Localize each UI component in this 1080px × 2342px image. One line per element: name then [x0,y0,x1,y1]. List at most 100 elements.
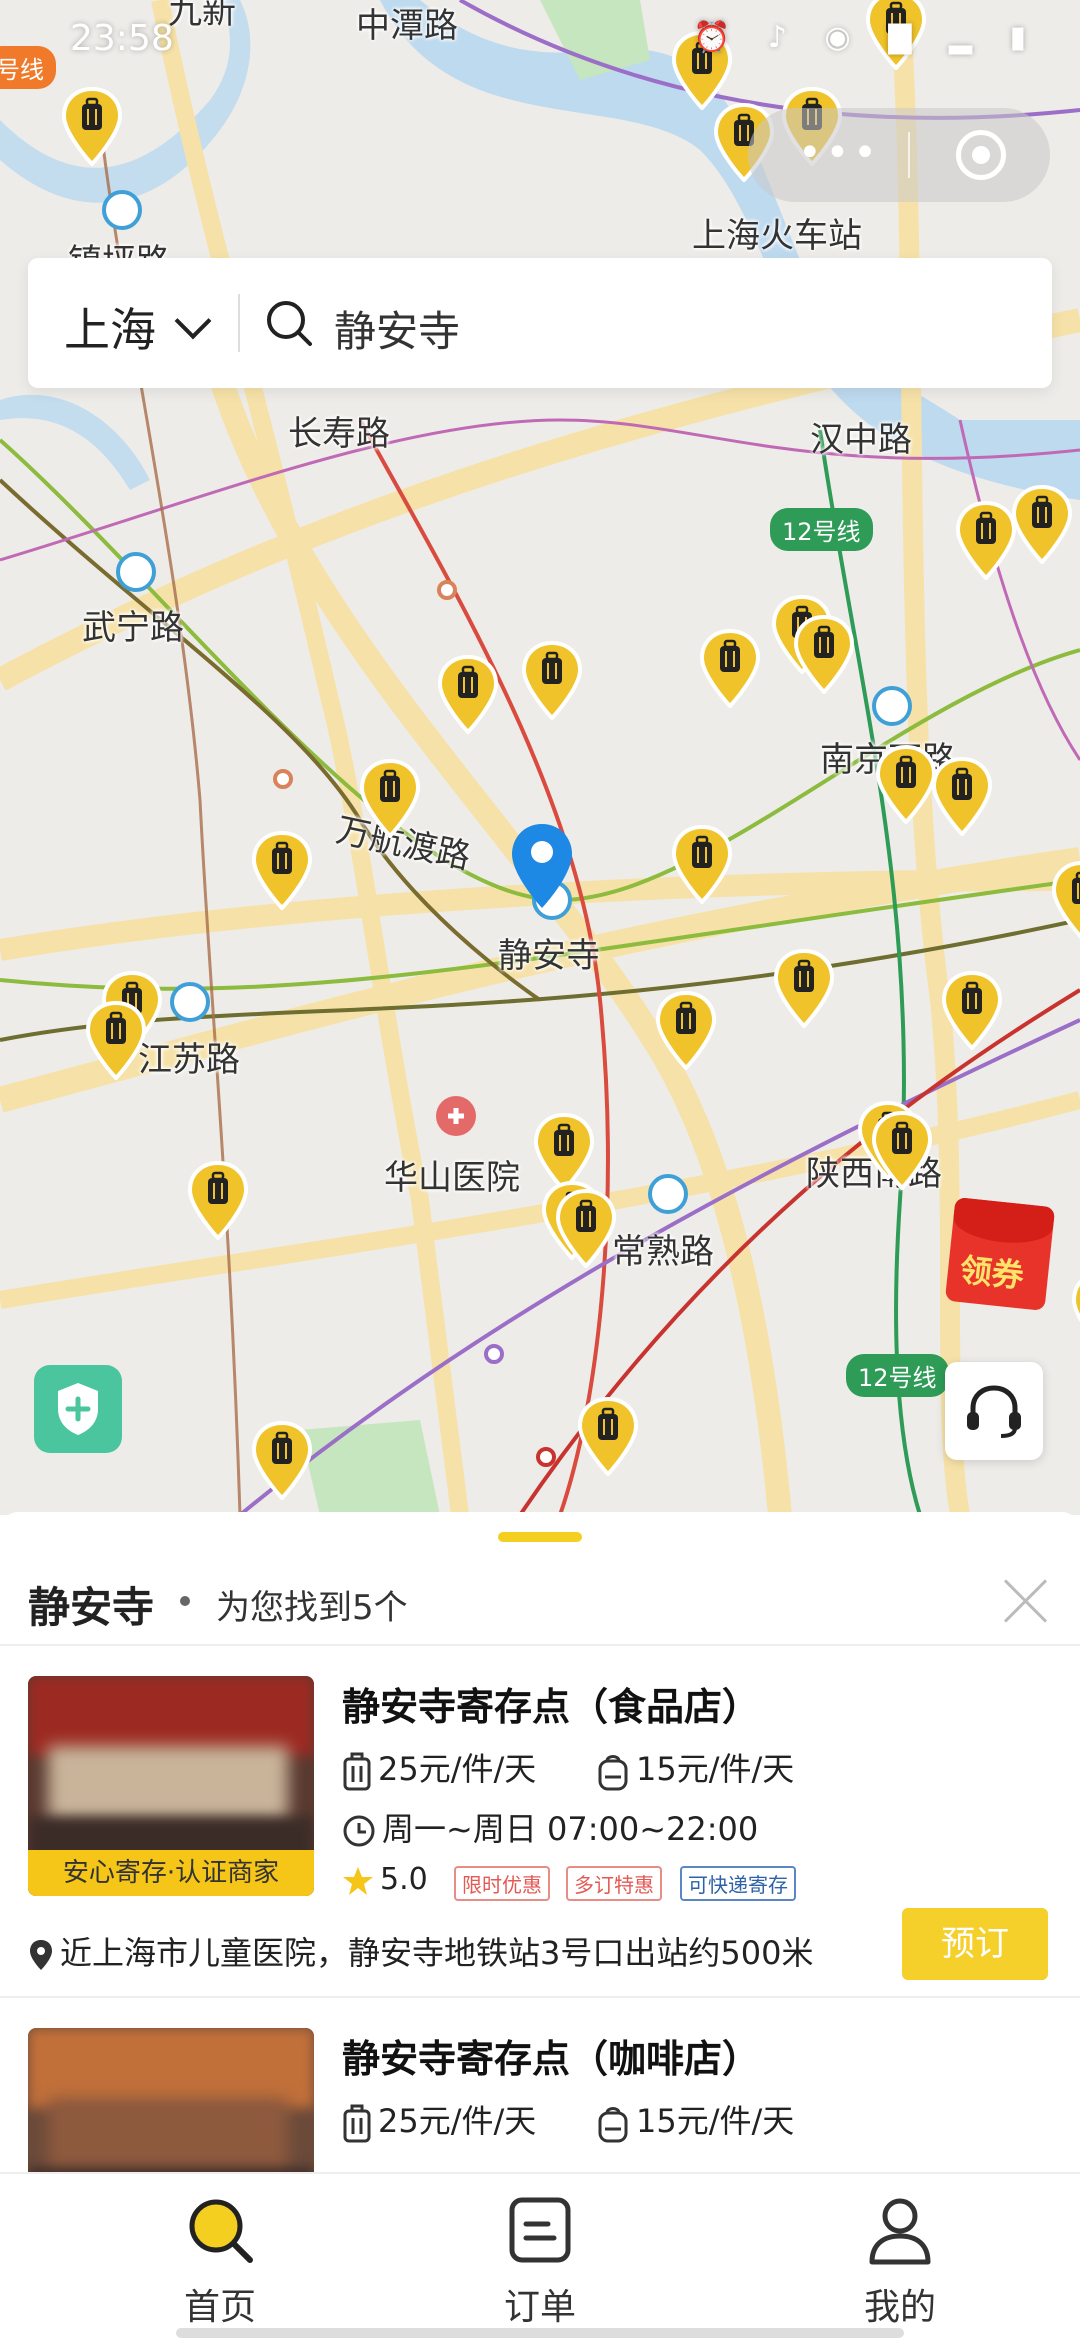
service-tag: 可快递寄存 [680,1866,796,1901]
store-name: 静安寺寄存点（食品店） [342,1685,761,1729]
store-address: 近上海市儿童医院，静安寺地铁站3号口出站约500米 [60,1934,814,1972]
storage-pin-icon[interactable] [930,756,994,836]
backpack-icon [598,1755,628,1791]
close-target-icon[interactable] [956,130,1006,180]
tab-profile[interactable]: 我的 [800,2192,1000,2330]
metro-line-tag: 12号线 [846,1354,949,1397]
rating-value: 5.0 [380,1862,428,1897]
book-button[interactable]: 预订 [902,1908,1048,1980]
tab-label: 订单 [503,2287,576,2328]
coupon-label: 领券 [957,1250,1026,1296]
storage-pin-icon[interactable] [250,830,314,910]
storage-pin-icon[interactable] [698,628,762,708]
map-label: 上海火车站 [692,216,862,256]
status-icons: ⏰ ♪ ◉ ▇ ▂ ▮ [692,20,1040,55]
map-label: 汉中路 [810,420,912,460]
storage-pin-icon[interactable] [84,1000,148,1080]
price-large: 25元/件/天 [378,2102,537,2140]
storage-pin-icon[interactable] [1010,484,1074,564]
metro-station-icon [102,190,142,230]
storage-pin-icon[interactable] [1070,1270,1080,1350]
tab-label: 首页 [183,2287,256,2328]
store-photo: 安心寄存·认证商家 [28,1676,314,1896]
city-selector[interactable]: 上海 [64,294,156,360]
headset-icon [967,1385,1021,1438]
price-small: 15元/件/天 [636,2102,795,2140]
metro-station-icon [170,982,210,1022]
miniprogram-capsule: ••• [748,108,1050,202]
separator-dot [180,1596,190,1606]
map-view[interactable]: 九新 中潭路 上海火车站 镇坪路 长寿路 汉中路 武宁路 南京西路 万航渡路 静… [0,0,1080,1515]
search-icon [189,2199,253,2263]
storage-pin-icon[interactable] [954,500,1018,580]
search-divider [238,294,240,352]
results-count: 为您找到5个 [216,1588,408,1628]
tab-home[interactable]: 首页 [120,2192,320,2330]
map-label: 长寿路 [288,414,390,454]
promo-tag: 限时优惠 [454,1866,550,1901]
results-header: 静安寺 为您找到5个 [28,1564,1052,1644]
storage-pin-icon[interactable] [186,1160,250,1240]
map-label: 常熟路 [612,1232,714,1272]
map-label: 静安寺 [498,936,600,976]
luggage-icon [343,2104,371,2143]
storage-pin-icon[interactable] [940,970,1004,1050]
storage-pin-icon[interactable] [670,824,734,904]
customer-service-button[interactable] [945,1362,1043,1460]
tab-bar: 首页 订单 我的 [0,2172,1080,2342]
storage-pin-icon[interactable] [520,640,584,720]
capsule-divider [908,132,910,178]
star-icon [343,1866,373,1895]
storage-pin-icon[interactable] [792,614,856,694]
storage-pin-icon[interactable] [874,744,938,824]
price-large: 25元/件/天 [378,1750,537,1788]
storage-pin-icon[interactable] [772,948,836,1028]
storage-pin-icon[interactable] [1050,860,1080,940]
store-photo [28,2028,314,2172]
location-marker-icon [512,824,572,908]
storage-pin-icon[interactable] [358,758,422,838]
storage-pin-icon[interactable] [870,1110,934,1190]
hours-row: 周一~周日 07:00~22:00 [342,1804,758,1850]
storage-pin-icon[interactable] [654,990,718,1070]
status-time: 23:58 [70,18,174,59]
chevron-down-icon[interactable] [174,302,212,340]
storage-pin-icon[interactable] [436,654,500,734]
luggage-icon [343,1752,371,1791]
metro-station-icon [648,1174,688,1214]
backpack-icon [598,2107,628,2143]
metro-line-tag: 12号线 [770,508,873,551]
results-sheet[interactable]: 静安寺 为您找到5个 安心寄存·认证商家 静安寺寄存点（食品店） 25元/件/天… [0,1512,1080,2172]
storage-pin-icon[interactable] [250,1420,314,1500]
storage-pin-icon[interactable] [60,86,124,166]
profile-icon [869,2198,931,2265]
map-label: 武宁路 [82,608,184,648]
results-place: 静安寺 [28,1583,155,1632]
map-label: 华山医院 [384,1158,520,1198]
location-pin-icon [30,1940,52,1970]
promo-tag: 多订特惠 [566,1866,662,1901]
coupon-button[interactable]: 领券 [944,1190,1070,1311]
metro-station-icon [116,552,156,592]
search-icon [267,301,312,346]
search-bar[interactable]: 上海 静安寺 [28,258,1052,388]
tab-orders[interactable]: 订单 [440,2192,640,2330]
metro-station-icon [872,686,912,726]
safety-shield-button[interactable] [34,1365,122,1453]
more-icon[interactable]: ••• [798,130,881,176]
search-input[interactable]: 静安寺 [334,298,460,359]
order-icon [509,2197,571,2263]
clock-icon [343,1815,375,1847]
shield-icon [58,1383,98,1435]
storage-pin-icon[interactable] [554,1188,618,1268]
opening-hours: 周一~周日 07:00~22:00 [382,1810,759,1848]
store-name: 静安寺寄存点（咖啡店） [342,2037,761,2081]
tab-label: 我的 [863,2287,936,2328]
close-icon[interactable] [998,1574,1052,1628]
drag-handle[interactable] [498,1532,582,1542]
address-row: 近上海市儿童医院，静安寺地铁站3号口出站约500米 [28,1928,813,1974]
divider [0,1644,1080,1646]
status-bar: 23:58 ⏰ ♪ ◉ ▇ ▂ ▮ [0,0,1080,80]
home-indicator [176,2328,904,2338]
storage-pin-icon[interactable] [576,1396,640,1476]
